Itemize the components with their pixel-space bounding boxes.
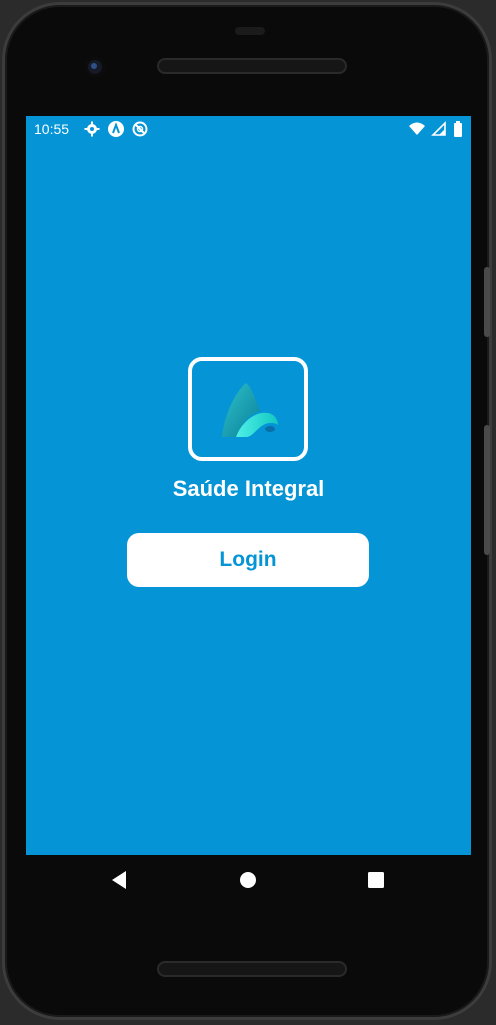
earpiece — [235, 27, 265, 35]
app-logo — [188, 357, 308, 461]
navigation-bar — [26, 855, 471, 905]
recents-icon[interactable] — [367, 870, 385, 890]
volume-button — [484, 425, 490, 555]
home-icon[interactable] — [239, 870, 257, 890]
front-camera-icon — [85, 57, 105, 77]
bottom-speaker — [157, 961, 347, 977]
top-speaker — [157, 58, 347, 74]
power-button — [484, 267, 490, 337]
app-screen: 10:55 Saúde Integral Login — [26, 116, 471, 855]
app-title: Saúde Integral — [172, 476, 325, 501]
back-icon[interactable] — [110, 870, 128, 890]
logo-mountain-icon — [222, 383, 278, 437]
login-button[interactable]: Login — [127, 533, 369, 587]
splash-content: Saúde Integral Login — [26, 116, 471, 855]
